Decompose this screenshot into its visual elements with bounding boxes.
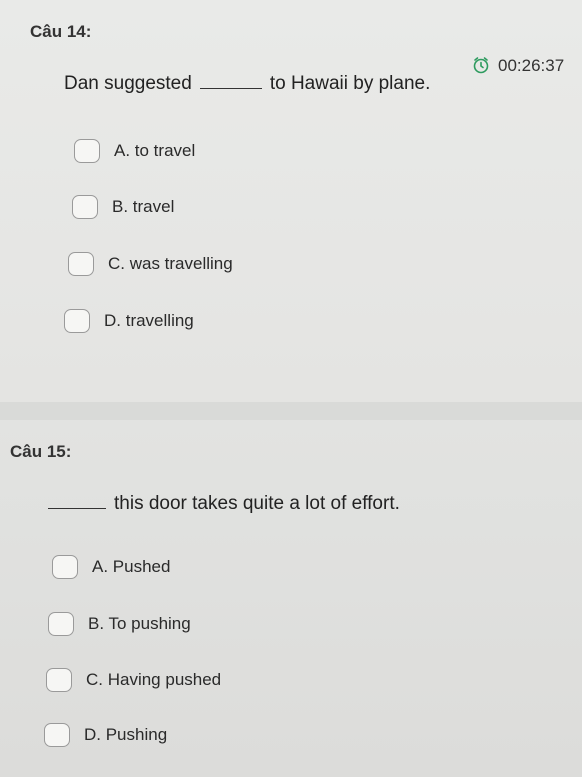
option-label: D. travelling bbox=[104, 311, 194, 330]
q15-option-c[interactable]: C. Having pushed bbox=[46, 668, 221, 692]
answer-blank bbox=[199, 88, 262, 89]
q14-option-d[interactable]: D. travelling bbox=[64, 309, 194, 333]
section-divider bbox=[0, 402, 582, 420]
radio-button[interactable] bbox=[64, 309, 90, 333]
option-label: A. to travel bbox=[114, 141, 196, 160]
radio-button[interactable] bbox=[52, 555, 78, 579]
prompt-after: to Hawaii by plane. bbox=[269, 73, 431, 94]
option-label: C. Having pushed bbox=[86, 670, 222, 689]
question-15-title: Câu 15: bbox=[10, 442, 72, 461]
answer-blank bbox=[48, 508, 106, 509]
option-label: D. Pushing bbox=[84, 725, 168, 744]
q15-option-b[interactable]: B. To pushing bbox=[48, 612, 191, 636]
radio-button[interactable] bbox=[48, 612, 74, 636]
q15-option-a[interactable]: A. Pushed bbox=[52, 555, 170, 579]
question-14-title: Câu 14: bbox=[30, 22, 92, 41]
prompt-after: this door takes quite a lot of effort. bbox=[114, 493, 400, 514]
option-label: B. travel bbox=[112, 197, 175, 216]
option-label: B. To pushing bbox=[88, 614, 191, 633]
q14-option-a[interactable]: A. to travel bbox=[74, 139, 195, 163]
radio-button[interactable] bbox=[72, 195, 98, 219]
option-label: A. Pushed bbox=[92, 557, 171, 576]
option-label: C. was travelling bbox=[108, 254, 233, 273]
radio-button[interactable] bbox=[46, 668, 72, 692]
question-15-prompt: this door takes quite a lot of effort. bbox=[48, 493, 400, 515]
question-14-prompt: Dan suggested to Hawaii by plane. bbox=[64, 73, 430, 95]
q14-option-c[interactable]: C. was travelling bbox=[68, 252, 233, 276]
timer-value: 00:26:37 bbox=[498, 56, 565, 75]
countdown-timer: 00:26:37 bbox=[472, 56, 564, 76]
alarm-clock-icon bbox=[473, 57, 489, 74]
q15-option-d[interactable]: D. Pushing bbox=[44, 723, 167, 747]
radio-button[interactable] bbox=[68, 252, 94, 276]
radio-button[interactable] bbox=[74, 139, 100, 163]
prompt-before: Dan suggested bbox=[64, 73, 192, 94]
q14-option-b[interactable]: B. travel bbox=[72, 195, 174, 219]
radio-button[interactable] bbox=[44, 723, 70, 747]
